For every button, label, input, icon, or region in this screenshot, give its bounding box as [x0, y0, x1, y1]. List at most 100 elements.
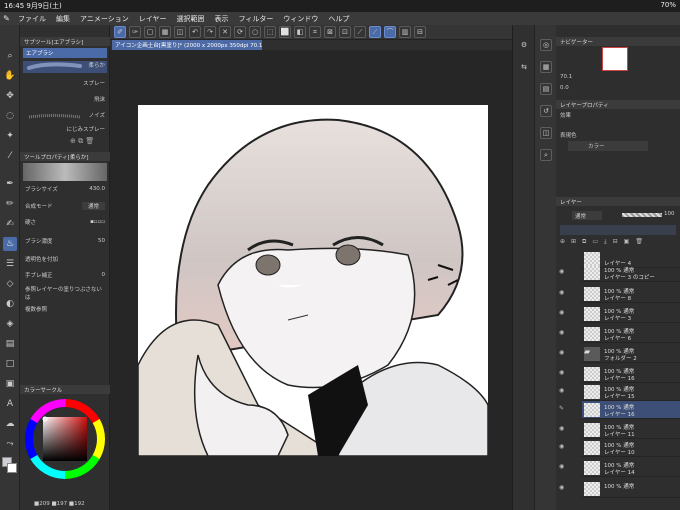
eye-icon[interactable]: ◉	[559, 425, 567, 433]
airbrush-tool-icon[interactable]: ♨	[3, 237, 17, 251]
navigator-panel-icon[interactable]: ◎	[540, 39, 552, 51]
decoration-tool-icon[interactable]: ☰	[3, 257, 17, 271]
ruler-icon[interactable]: ⟋	[354, 26, 366, 38]
menu-window[interactable]: ウィンドウ	[278, 14, 323, 24]
menu-view[interactable]: 表示	[210, 14, 234, 24]
invert-icon[interactable]: ⊡	[339, 26, 351, 38]
deselect-icon[interactable]: ⊠	[324, 26, 336, 38]
grid-icon[interactable]: ▦	[159, 26, 171, 38]
eye-icon[interactable]: ◉	[559, 329, 567, 337]
hardness-swatches[interactable]: ▪▫▫▫	[90, 219, 105, 225]
history-panel-icon[interactable]: ↺	[540, 105, 552, 117]
density-value[interactable]: 50	[98, 238, 105, 244]
undo-icon[interactable]: ↶	[189, 26, 201, 38]
subview-panel-icon[interactable]: ▦	[540, 61, 552, 73]
brush-size-row[interactable]: ブラシサイズ 430.0	[23, 183, 107, 194]
layer-item[interactable]: 100 % 通常 レイヤー 15	[582, 383, 680, 401]
menu-edit[interactable]: 編集	[51, 14, 75, 24]
blend-tool-icon[interactable]: ◐	[3, 297, 17, 311]
crop-icon[interactable]: ⌗	[309, 26, 321, 38]
brush-tool-icon[interactable]: ✍	[3, 217, 17, 231]
eye-icon[interactable]: ◉	[559, 349, 567, 357]
navigator-angle[interactable]: 0.0	[560, 85, 569, 91]
eye-icon[interactable]: ◉	[559, 387, 567, 395]
eraser-tool-icon[interactable]: ◇	[3, 277, 17, 291]
menu-animation[interactable]: アニメーション	[75, 14, 134, 24]
stabilization-row[interactable]: 手ブレ補正 0	[23, 269, 107, 280]
layer-item[interactable]: 100 % 通常 レイヤー 3	[582, 305, 680, 323]
hand-icon[interactable]: ✋	[3, 69, 17, 83]
eye-icon[interactable]: ◉	[559, 484, 567, 492]
pen-edit-icon[interactable]: ✎	[559, 405, 567, 413]
document-tab[interactable]: アイコン企画土台[黒塗り]* (2000 x 2000px 350dpi 70.…	[112, 40, 262, 50]
brush-menu-icon[interactable]: ✎	[0, 12, 13, 25]
gradient-tool-icon[interactable]: ▤	[3, 337, 17, 351]
fill-icon[interactable]: ◧	[294, 26, 306, 38]
drawing-canvas[interactable]	[138, 105, 488, 456]
material-panel-icon[interactable]: ◫	[540, 127, 552, 139]
menu-help[interactable]: ヘルプ	[323, 14, 354, 24]
navigator-zoom[interactable]: 70.1	[560, 74, 572, 80]
layer-item[interactable]: 100 % 通常 レイヤー 6	[582, 325, 680, 343]
eye-icon[interactable]: ◉	[559, 268, 567, 276]
layer-item[interactable]: 100 % 通常 レイヤー 3 のコピー	[582, 264, 680, 282]
eye-icon[interactable]: ◉	[559, 369, 567, 377]
eye-icon[interactable]: ◉	[559, 443, 567, 451]
eye-icon[interactable]: ◉	[559, 463, 567, 471]
menu-file[interactable]: ファイル	[13, 14, 51, 24]
folder-item[interactable]: ▰ 100 % 通常 フォルダー 2	[582, 345, 680, 363]
layer-item[interactable]: 100 % 通常 レイヤー 11	[582, 421, 680, 439]
menu-layer[interactable]: レイヤー	[134, 14, 172, 24]
info-panel-icon[interactable]: ▤	[540, 83, 552, 95]
layer-blend-select[interactable]: 通常	[572, 211, 602, 220]
brush-noise[interactable]: ノイズ	[23, 111, 107, 123]
eyedropper-tool-icon[interactable]: ⁄	[3, 149, 17, 163]
eye-icon[interactable]: ◉	[559, 309, 567, 317]
brush-size-value[interactable]: 430.0	[89, 186, 105, 192]
rotate-icon[interactable]: ⟳	[234, 26, 246, 38]
expression-color-select[interactable]: カラー	[568, 141, 648, 151]
lock-icon[interactable]: ▥	[399, 26, 411, 38]
pen-tool-icon[interactable]: ✒	[3, 177, 17, 191]
fill-tool-icon[interactable]: ◈	[3, 317, 17, 331]
blend-mode-select[interactable]: 通常	[81, 201, 105, 210]
blend-mode-row[interactable]: 合成モード 通常	[23, 200, 107, 211]
brush-spray[interactable]: スプレー	[23, 79, 107, 91]
transparent-row[interactable]: 透明色を付加	[23, 253, 107, 264]
layer-commands[interactable]: ⊕⊞⧉▭⤓⊟▣🗑	[560, 238, 676, 248]
brush-splash[interactable]: 飛沫	[23, 95, 107, 107]
pencil-tool-icon[interactable]: ✏	[3, 197, 17, 211]
snap-curve-icon[interactable]: ⌒	[384, 26, 396, 38]
density-row[interactable]: ブラシ濃度 50	[23, 235, 107, 246]
layer-item[interactable]: 100 % 通常 レイヤー 14	[582, 459, 680, 477]
magic-wand-icon[interactable]: ✦	[3, 129, 17, 143]
layer-item[interactable]: 100 % 通常 レイヤー 10	[582, 439, 680, 457]
shirt-icon[interactable]: ◫	[174, 26, 186, 38]
layer-item-selected[interactable]: 100 % 通常 レイヤー 16	[582, 401, 680, 419]
lasso-icon[interactable]: ◌	[3, 109, 17, 123]
subtool-group-airbrush[interactable]: エアブラシ	[23, 48, 107, 58]
layer-item[interactable]: 100 % 通常	[582, 480, 680, 498]
frame-tool-icon[interactable]: ▣	[3, 377, 17, 391]
menu-filter[interactable]: フィルター	[234, 14, 279, 24]
sub-color-swatch[interactable]	[7, 463, 17, 473]
select-icon[interactable]: ⬜	[279, 26, 291, 38]
zoom-icon[interactable]: ⌕	[3, 49, 17, 63]
brush-blur-spray[interactable]: にじみスプレー	[23, 125, 107, 137]
balloon-tool-icon[interactable]: ☁	[3, 417, 17, 431]
navigator-thumbnail[interactable]	[602, 47, 628, 71]
correct-line-icon[interactable]: ⤳	[3, 437, 17, 451]
pen-mode-icon[interactable]: ✐	[114, 26, 126, 38]
hardness-row[interactable]: 硬さ ▪▫▫▫	[23, 216, 107, 227]
layer-item[interactable]: 100 % 通常 レイヤー 8	[582, 285, 680, 303]
snap-icon[interactable]: ⟋	[369, 26, 381, 38]
eyedropper-icon[interactable]: ✑	[129, 26, 141, 38]
circle-icon[interactable]: ○	[249, 26, 261, 38]
color-wheel[interactable]	[23, 397, 107, 481]
reference-icon[interactable]: ⊟	[414, 26, 426, 38]
ref-layer-row[interactable]: 参照レイヤーの塗りつぶさないは	[23, 287, 107, 301]
multi-ref-row[interactable]: 複数参照	[23, 303, 107, 314]
brush-soft[interactable]: 柔らか	[23, 61, 107, 73]
text-tool-icon[interactable]: A	[3, 397, 17, 411]
eye-icon[interactable]: ◉	[559, 289, 567, 297]
